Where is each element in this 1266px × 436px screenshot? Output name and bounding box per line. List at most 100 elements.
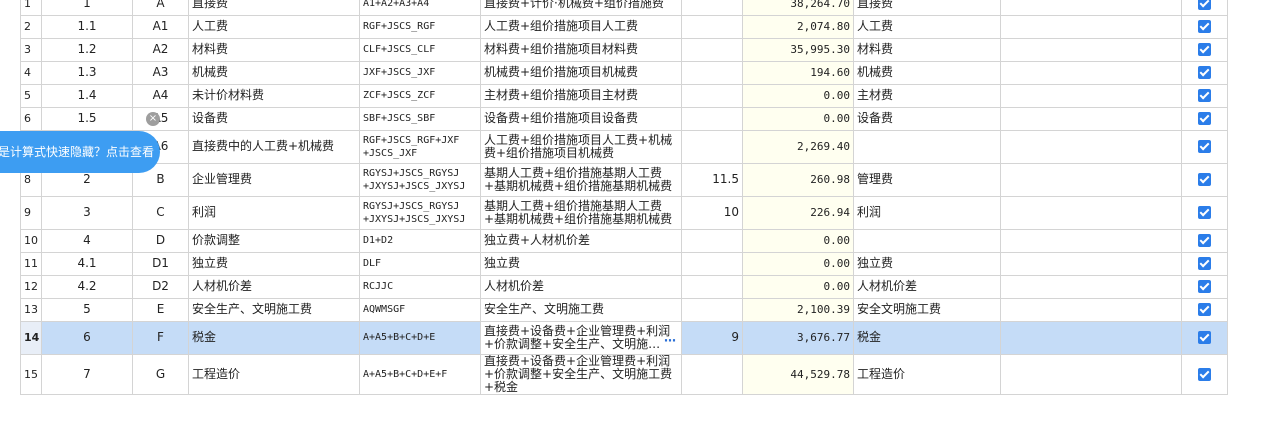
base-description-cell[interactable]: 直接费+计价·机械费+组价措施费 xyxy=(480,0,682,16)
rate-cell[interactable] xyxy=(681,129,743,164)
fee-type-cell[interactable]: 安全文明施工费 xyxy=(853,297,1001,322)
table-row[interactable]: 2 1.1 A1 人工费 RGF+JSCS_RGF 人工费+组价措施项目人工费 2,074.… xyxy=(20,14,1228,39)
fee-code-cell[interactable]: E xyxy=(132,297,189,322)
fee-type-cell[interactable] xyxy=(853,129,1001,164)
sequence-number-cell[interactable]: 7 xyxy=(41,353,133,395)
checkbox-checked-icon[interactable] xyxy=(1198,89,1211,102)
fee-code-cell[interactable]: A3 xyxy=(132,60,189,85)
fee-name-cell[interactable]: 利润 xyxy=(188,195,360,230)
table-row[interactable]: 15 7 G 工程造价 A+A5+B+C+D+E+F 直接费+设备费+企业管理费+利润+价… xyxy=(20,353,1228,395)
table-row[interactable]: 14 6 F 税金 A+A5+B+C+D+E 直接费+设备费+企业管理费+利润+价款调整+… xyxy=(20,320,1228,355)
calc-base-cell[interactable]: DLF xyxy=(359,251,481,276)
table-row[interactable]: 3 1.2 A2 材料费 CLF+JSCS_CLF 材料费+组价措施项目材料费 35,995… xyxy=(20,37,1228,62)
include-checkbox-cell[interactable] xyxy=(1181,83,1228,108)
fee-name-cell[interactable]: 设备费 xyxy=(188,106,360,131)
fee-type-cell[interactable]: 材料费 xyxy=(853,37,1001,62)
fee-type-cell[interactable]: 税金 xyxy=(853,320,1001,355)
checkbox-checked-icon[interactable] xyxy=(1198,331,1211,344)
remark-cell[interactable] xyxy=(1000,251,1182,276)
row-index-cell[interactable]: 4 xyxy=(20,60,42,85)
include-checkbox-cell[interactable] xyxy=(1181,353,1228,395)
table-row[interactable]: 8 2 B 企业管理费 RGYSJ+JSCS_RGYSJ +JXYSJ+JSCS_JXY… xyxy=(20,162,1228,197)
rate-cell[interactable] xyxy=(681,251,743,276)
sequence-number-cell[interactable]: 6 xyxy=(41,320,133,355)
rate-cell[interactable] xyxy=(681,106,743,131)
fee-code-cell[interactable]: D1 xyxy=(132,251,189,276)
fee-code-cell[interactable]: A xyxy=(132,0,189,16)
remark-cell[interactable] xyxy=(1000,162,1182,197)
include-checkbox-cell[interactable] xyxy=(1181,195,1228,230)
calc-base-cell[interactable]: RGYSJ+JSCS_RGYSJ +JXYSJ+JSCS_JXYSJ xyxy=(359,162,481,197)
row-index-cell[interactable]: 13 xyxy=(20,297,42,322)
calc-base-cell[interactable]: SBF+JSCS_SBF xyxy=(359,106,481,131)
remark-cell[interactable] xyxy=(1000,195,1182,230)
table-row[interactable]: 9 3 C 利润 RGYSJ+JSCS_RGYSJ +JXYSJ+JSCS_JXYSJ 基… xyxy=(20,195,1228,230)
row-index-cell[interactable]: 11 xyxy=(20,251,42,276)
fee-name-cell[interactable]: 企业管理费 xyxy=(188,162,360,197)
calc-base-cell[interactable]: RGF+JSCS_RGF xyxy=(359,14,481,39)
fee-code-cell[interactable]: A1 xyxy=(132,14,189,39)
checkbox-checked-icon[interactable] xyxy=(1198,140,1211,153)
checkbox-checked-icon[interactable] xyxy=(1198,303,1211,316)
row-index-cell[interactable]: 10 xyxy=(20,228,42,253)
row-index-cell[interactable]: 14 xyxy=(20,320,42,355)
calc-base-cell[interactable]: A1+A2+A3+A4 xyxy=(359,0,481,16)
table-row[interactable]: 10 4 D 价款调整 D1+D2 独立费+人材机价差 0.00 xyxy=(20,228,1228,253)
checkbox-checked-icon[interactable] xyxy=(1198,20,1211,33)
calc-base-cell[interactable]: AQWMSGF xyxy=(359,297,481,322)
include-checkbox-cell[interactable] xyxy=(1181,274,1228,299)
base-description-cell[interactable]: 人工费+组价措施项目人工费 xyxy=(480,14,682,39)
fee-type-cell[interactable]: 人材机价差 xyxy=(853,274,1001,299)
base-description-cell[interactable]: 基期人工费+组价措施基期人工费+基期机械费+组价措施基期机械费 xyxy=(480,195,682,230)
rate-cell[interactable] xyxy=(681,274,743,299)
remark-cell[interactable] xyxy=(1000,0,1182,16)
sequence-number-cell[interactable]: 1.4 xyxy=(41,83,133,108)
fee-code-cell[interactable]: F xyxy=(132,320,189,355)
remark-cell[interactable] xyxy=(1000,106,1182,131)
row-index-cell[interactable]: 6 xyxy=(20,106,42,131)
remark-cell[interactable] xyxy=(1000,228,1182,253)
remark-cell[interactable] xyxy=(1000,37,1182,62)
fee-type-cell[interactable]: 工程造价 xyxy=(853,353,1001,395)
rate-cell[interactable]: 9 xyxy=(681,320,743,355)
fee-type-cell[interactable]: 独立费 xyxy=(853,251,1001,276)
base-description-cell[interactable]: 材料费+组价措施项目材料费 xyxy=(480,37,682,62)
checkbox-checked-icon[interactable] xyxy=(1198,367,1211,381)
include-checkbox-cell[interactable] xyxy=(1181,14,1228,39)
table-row[interactable]: 4 1.3 A3 机械费 JXF+JSCS_JXF 机械费+组价措施项目机械费 194.60… xyxy=(20,60,1228,85)
fee-code-cell[interactable]: D xyxy=(132,228,189,253)
sequence-number-cell[interactable]: 1.1 xyxy=(41,14,133,39)
remark-cell[interactable] xyxy=(1000,129,1182,164)
fee-name-cell[interactable]: 税金 xyxy=(188,320,360,355)
remark-cell[interactable] xyxy=(1000,320,1182,355)
sequence-number-cell[interactable]: 1.3 xyxy=(41,60,133,85)
fee-name-cell[interactable]: 未计价材料费 xyxy=(188,83,360,108)
row-index-cell[interactable]: 1 xyxy=(20,0,42,16)
fee-name-cell[interactable]: 机械费 xyxy=(188,60,360,85)
fee-type-cell[interactable]: 人工费 xyxy=(853,14,1001,39)
rate-cell[interactable] xyxy=(681,83,743,108)
hint-banner[interactable]: 是计算式快速隐藏？点击查看 xyxy=(0,131,160,173)
fee-name-cell[interactable]: 独立费 xyxy=(188,251,360,276)
calc-base-cell[interactable]: ZCF+JSCS_ZCF xyxy=(359,83,481,108)
rate-cell[interactable] xyxy=(681,37,743,62)
remark-cell[interactable] xyxy=(1000,60,1182,85)
remark-cell[interactable] xyxy=(1000,14,1182,39)
fee-code-cell[interactable]: A5 xyxy=(132,106,189,131)
checkbox-checked-icon[interactable] xyxy=(1198,280,1211,293)
checkbox-checked-icon[interactable] xyxy=(1198,173,1211,186)
include-checkbox-cell[interactable] xyxy=(1181,320,1228,355)
fee-type-cell[interactable]: 设备费 xyxy=(853,106,1001,131)
base-description-cell[interactable]: 独立费 xyxy=(480,251,682,276)
rate-cell[interactable] xyxy=(681,228,743,253)
fee-type-cell[interactable] xyxy=(853,228,1001,253)
include-checkbox-cell[interactable] xyxy=(1181,37,1228,62)
fee-name-cell[interactable]: 工程造价 xyxy=(188,353,360,395)
include-checkbox-cell[interactable] xyxy=(1181,297,1228,322)
checkbox-checked-icon[interactable] xyxy=(1198,43,1211,56)
remark-cell[interactable] xyxy=(1000,297,1182,322)
sequence-number-cell[interactable]: 1 xyxy=(41,0,133,16)
table-row[interactable]: 6 1.5 A5 设备费 SBF+JSCS_SBF 设备费+组价措施项目设备费 0.00 设备… xyxy=(20,106,1228,131)
base-description-cell[interactable]: 设备费+组价措施项目设备费 xyxy=(480,106,682,131)
row-index-cell[interactable]: 2 xyxy=(20,14,42,39)
